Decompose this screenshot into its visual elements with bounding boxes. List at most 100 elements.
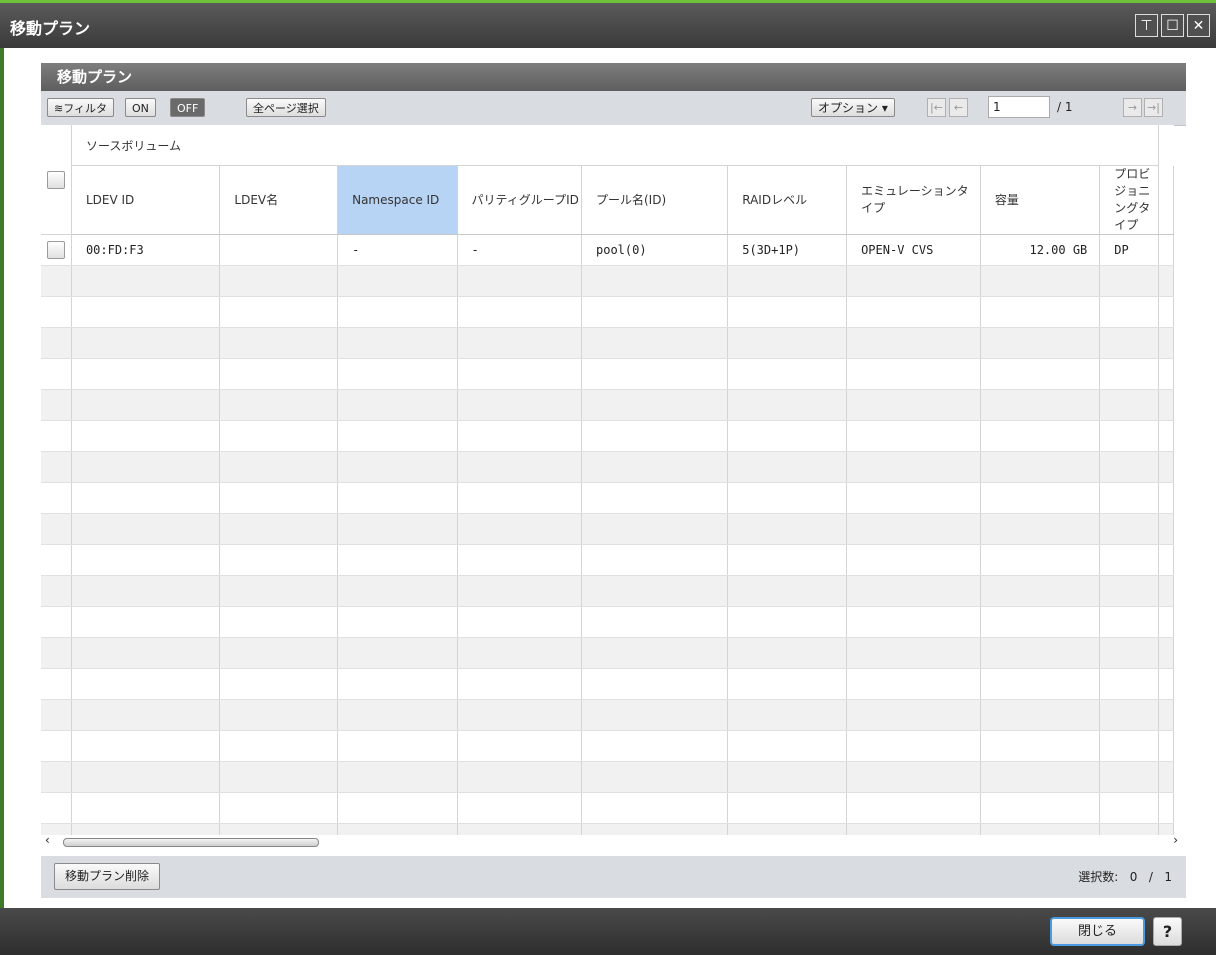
table-row[interactable] [41, 327, 1174, 359]
table-cell [71, 823, 221, 835]
prev-page-icon[interactable]: ← [949, 98, 968, 117]
table-row[interactable] [41, 575, 1174, 607]
table-row[interactable] [41, 513, 1174, 545]
column-header[interactable]: LDEV名 [219, 165, 339, 235]
filter-button[interactable]: ≋フィルタ [47, 98, 114, 117]
table-cell [581, 265, 729, 297]
table-cell [71, 451, 221, 483]
table-cell: 00:FD:F3 [71, 234, 221, 266]
table-cell [727, 730, 848, 762]
migration-plan-panel: 移動プラン ≋フィルタ ON OFF 全ページ選択 オプション ▾ |← ← 1… [41, 63, 1186, 905]
table-cell [219, 823, 339, 835]
table-cell [457, 451, 583, 483]
table-cell [727, 699, 848, 731]
scroll-left-icon[interactable]: ‹ [45, 833, 50, 847]
table-row[interactable] [41, 761, 1174, 793]
table-cell [337, 513, 458, 545]
table-row[interactable] [41, 823, 1174, 835]
row-select-cell [41, 792, 72, 824]
page-total: / 1 [1057, 100, 1073, 114]
table-row[interactable] [41, 637, 1174, 669]
delete-plan-button[interactable]: 移動プラン削除 [54, 863, 161, 890]
row-checkbox[interactable] [46, 241, 65, 259]
row-select-cell [41, 575, 72, 607]
table-row[interactable] [41, 699, 1174, 731]
table-cell [337, 358, 458, 390]
last-page-icon[interactable]: →| [1144, 98, 1163, 117]
maximize-icon[interactable]: ☐ [1161, 14, 1184, 37]
page-number-input[interactable]: 1 [988, 96, 1050, 118]
scroll-right-icon[interactable]: › [1173, 833, 1178, 847]
column-header[interactable]: Namespace ID [337, 165, 458, 235]
table-cell-overflow [1158, 327, 1174, 359]
table-cell [581, 327, 729, 359]
table-row[interactable] [41, 358, 1174, 390]
row-select-cell [41, 234, 72, 266]
table-cell [337, 451, 458, 483]
column-header[interactable]: エミュレーションタイプ [846, 165, 981, 235]
column-header[interactable]: パリティグループID [457, 165, 583, 235]
row-select-cell [41, 420, 72, 452]
table-cell [71, 327, 221, 359]
table-cell [1099, 637, 1159, 669]
filter-on-button[interactable]: ON [125, 98, 156, 117]
table-cell [457, 482, 583, 514]
column-header[interactable]: 容量 [980, 165, 1101, 235]
table-row[interactable] [41, 482, 1174, 514]
selection-label: 選択数: [1078, 870, 1119, 884]
pin-icon[interactable]: ⊤ [1135, 14, 1158, 37]
table-cell [457, 761, 583, 793]
row-select-cell [41, 668, 72, 700]
table-cell [219, 327, 339, 359]
column-header[interactable]: プール名(ID) [581, 165, 729, 235]
table-row[interactable] [41, 420, 1174, 452]
close-button[interactable]: 閉じる [1050, 917, 1145, 946]
select-all-checkbox[interactable] [46, 170, 65, 189]
table-cell [846, 575, 981, 607]
table-cell [1099, 265, 1159, 297]
dialog-bottom-bar: 閉じる ? [0, 908, 1216, 955]
table-row[interactable] [41, 451, 1174, 483]
table-row[interactable]: 00:FD:F3- - pool(0) 5(3D+1P) OPEN-V CVS 12.00… [41, 234, 1174, 266]
table-cell [219, 234, 339, 266]
scroll-thumb[interactable] [63, 838, 319, 847]
table-toolbar: ≋フィルタ ON OFF 全ページ選択 オプション ▾ |← ← 1 / 1 →… [41, 91, 1186, 126]
table-cell-overflow [1158, 606, 1174, 638]
table-row[interactable] [41, 668, 1174, 700]
select-all-pages-button[interactable]: 全ページ選択 [246, 98, 326, 117]
column-header[interactable]: LDEV ID [71, 165, 221, 235]
table-cell [980, 327, 1101, 359]
next-page-icon[interactable]: → [1123, 98, 1142, 117]
table-cell [71, 513, 221, 545]
table-cell [457, 513, 583, 545]
first-page-icon[interactable]: |← [927, 98, 946, 117]
filter-off-button[interactable]: OFF [170, 98, 206, 117]
table-row[interactable] [41, 265, 1174, 297]
table-cell [457, 389, 583, 421]
table-cell-overflow [1158, 668, 1174, 700]
table-row[interactable] [41, 730, 1174, 762]
options-dropdown[interactable]: オプション ▾ [811, 98, 895, 117]
table-cell: - [337, 234, 458, 266]
table-row[interactable] [41, 792, 1174, 824]
table-row[interactable] [41, 296, 1174, 328]
table-row[interactable] [41, 389, 1174, 421]
table-cell [337, 699, 458, 731]
table-cell-overflow [1158, 420, 1174, 452]
table-row[interactable] [41, 606, 1174, 638]
row-select-cell [41, 265, 72, 297]
column-header[interactable]: プロビジョニングタイプ [1099, 165, 1159, 235]
column-header[interactable]: RAIDレベル [727, 165, 848, 235]
horizontal-scrollbar[interactable]: ‹ › [41, 833, 1186, 849]
help-button[interactable]: ? [1153, 917, 1182, 946]
plan-table-container[interactable]: ソースボリューム LDEV ID LDEV名 Namespace ID パリティグルー… [41, 125, 1174, 835]
plan-table: ソースボリューム LDEV ID LDEV名 Namespace ID パリティグルー… [41, 125, 1174, 835]
table-cell-overflow [1158, 575, 1174, 607]
table-cell [980, 451, 1101, 483]
table-cell [581, 575, 729, 607]
table-cell [219, 637, 339, 669]
table-cell [337, 761, 458, 793]
table-cell [71, 358, 221, 390]
table-row[interactable] [41, 544, 1174, 576]
close-icon[interactable]: ✕ [1187, 14, 1210, 37]
